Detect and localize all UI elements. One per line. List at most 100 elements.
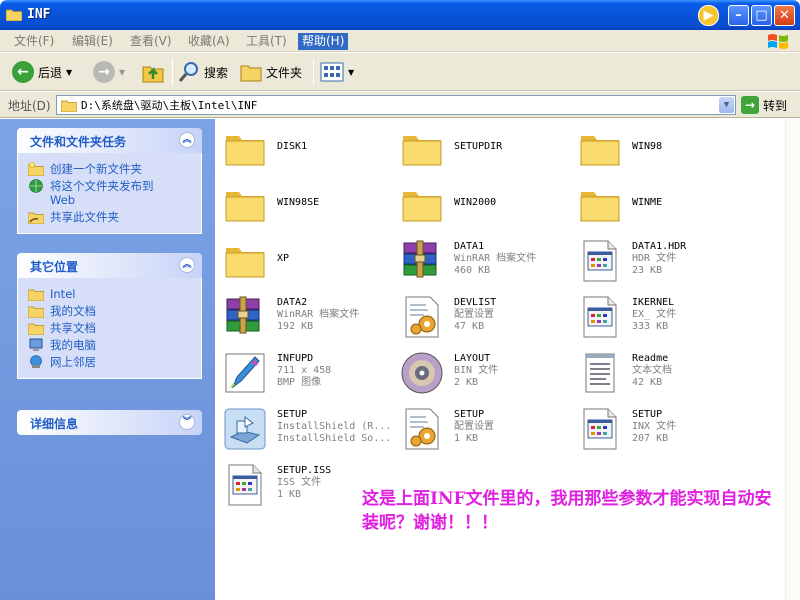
file-item-win98se[interactable]: WIN98SE xyxy=(223,183,319,227)
collapse-chevron-icon[interactable]: ︽ xyxy=(179,132,195,148)
search-button[interactable]: 搜索 xyxy=(178,59,228,85)
file-text: WIN98 xyxy=(632,141,662,153)
file-name: SETUPDIR xyxy=(454,141,503,152)
network-icon xyxy=(30,355,42,368)
file-text: DEVLIST 配置设置 47 KB xyxy=(454,297,496,333)
task-publish-web[interactable]: 将这个文件夹发布到 Web xyxy=(28,179,195,207)
file-item-devlist[interactable]: DEVLIST 配置设置 47 KB xyxy=(400,295,496,339)
file-text: WIN2000 xyxy=(454,197,496,209)
task-share-folder[interactable]: 共享此文件夹 xyxy=(28,210,195,224)
file-name: SETUP.ISS xyxy=(277,465,332,476)
generic-icon xyxy=(578,239,622,283)
forward-arrow-icon: → xyxy=(93,61,115,83)
details-header[interactable]: 详细信息 ︾ xyxy=(17,410,202,435)
file-item-winme[interactable]: WINME xyxy=(578,183,662,227)
file-text: SETUP InstallShield (R... InstallShield So… xyxy=(277,409,391,445)
place-intel[interactable]: Intel xyxy=(28,287,195,301)
file-item-xp[interactable]: XP xyxy=(223,239,289,283)
generic-icon xyxy=(223,463,267,507)
file-item-readme[interactable]: Readme 文本文档 42 KB xyxy=(578,351,672,395)
file-name: WIN98SE xyxy=(277,197,320,208)
expand-chevron-icon[interactable]: ︾ xyxy=(179,414,195,430)
place-label: 我的文档 xyxy=(50,304,96,318)
menu-favorites[interactable]: 收藏(A) xyxy=(184,33,234,50)
file-type: HDR 文件 xyxy=(632,253,677,264)
file-item-infupd[interactable]: INFUPD 711 x 458 BMP 图像 xyxy=(223,351,331,395)
panel-title: 文件和文件夹任务 xyxy=(30,135,127,149)
task-new-folder[interactable]: 创建一个新文件夹 xyxy=(28,162,195,176)
menu-edit[interactable]: 编辑(E) xyxy=(68,33,117,50)
disc-icon xyxy=(400,351,444,395)
file-item-setup[interactable]: SETUP 配置设置 1 KB xyxy=(400,407,494,451)
file-name: WIN98 xyxy=(632,141,663,152)
file-tasks-panel: 文件和文件夹任务 ︽ 创建一个新文件夹 将这个文件夹发布到 Web 共享此文件夹 xyxy=(17,128,202,234)
menu-file[interactable]: 文件(F) xyxy=(10,33,58,50)
folders-icon xyxy=(240,65,262,82)
menu-help[interactable]: 帮助(H) xyxy=(298,33,349,50)
file-item-disk1[interactable]: DISK1 xyxy=(223,127,307,171)
file-type: INX 文件 xyxy=(632,421,677,432)
vertical-scrollbar[interactable] xyxy=(785,119,800,600)
place-label: 网上邻居 xyxy=(50,355,96,369)
window-title: INF xyxy=(27,7,51,22)
file-item-setup[interactable]: SETUP INX 文件 207 KB xyxy=(578,407,676,451)
file-text: DISK1 xyxy=(277,141,307,153)
file-size: BMP 图像 xyxy=(277,377,322,388)
collapse-chevron-icon[interactable]: ︽ xyxy=(179,257,195,273)
file-item-setup-iss[interactable]: SETUP.ISS ISS 文件 1 KB xyxy=(223,463,331,507)
address-input[interactable]: D:\系统盘\驱动\主板\Intel\INF ▼ xyxy=(56,95,736,115)
file-size: 207 KB xyxy=(632,433,669,444)
folder-icon xyxy=(28,289,44,301)
installshield-icon xyxy=(223,407,267,451)
file-item-win98[interactable]: WIN98 xyxy=(578,127,662,171)
file-type: InstallShield (R... xyxy=(277,421,392,432)
file-size: 333 KB xyxy=(632,321,669,332)
place-network[interactable]: 网上邻居 xyxy=(28,355,195,369)
close-button[interactable]: ✕ xyxy=(774,5,795,26)
views-button[interactable]: ▼ xyxy=(320,59,354,85)
file-text: SETUPDIR xyxy=(454,141,502,153)
folders-button[interactable]: 文件夹 xyxy=(240,59,302,85)
generic-icon xyxy=(578,407,622,451)
file-name: DATA1 xyxy=(454,241,485,252)
back-button[interactable]: ← 后退 ▼ xyxy=(12,59,72,85)
place-my-documents[interactable]: 我的文档 xyxy=(28,304,195,318)
file-item-data2[interactable]: DATA2 WinRAR 档案文件 192 KB xyxy=(223,295,359,339)
file-item-win2000[interactable]: WIN2000 xyxy=(400,183,496,227)
folder-icon xyxy=(578,183,622,227)
share-folder-icon xyxy=(28,212,44,224)
file-name: WINME xyxy=(632,197,663,208)
file-tasks-header[interactable]: 文件和文件夹任务 ︽ xyxy=(17,128,202,153)
file-item-ikernel[interactable]: IKERNEL EX_ 文件 333 KB xyxy=(578,295,676,339)
file-size: 47 KB xyxy=(454,321,485,332)
file-item-layout[interactable]: LAYOUT BIN 文件 2 KB xyxy=(400,351,498,395)
file-item-data1-hdr[interactable]: DATA1.HDR HDR 文件 23 KB xyxy=(578,239,686,283)
up-folder-button[interactable] xyxy=(142,59,164,85)
search-label: 搜索 xyxy=(204,65,229,80)
dropdown-icon: ▼ xyxy=(119,67,126,77)
place-shared-documents[interactable]: 共享文档 xyxy=(28,321,195,335)
go-button[interactable]: → 转到 xyxy=(741,96,787,114)
bmp-icon xyxy=(223,351,267,395)
file-text: DATA2 WinRAR 档案文件 192 KB xyxy=(277,297,359,333)
file-type: WinRAR 档案文件 xyxy=(454,253,537,264)
minimize-button[interactable]: – xyxy=(728,5,749,26)
file-text: DATA1 WinRAR 档案文件 460 KB xyxy=(454,241,536,277)
menu-tools[interactable]: 工具(T) xyxy=(242,33,291,50)
search-icon xyxy=(178,62,198,82)
title-bar[interactable]: INF ▶ – □ ✕ xyxy=(0,0,800,30)
file-name: SETUP xyxy=(454,409,485,420)
forward-button[interactable]: → ▼ xyxy=(93,59,125,85)
media-player-icon[interactable]: ▶ xyxy=(698,5,719,26)
file-item-data1[interactable]: DATA1 WinRAR 档案文件 460 KB xyxy=(400,239,536,283)
file-text: XP xyxy=(277,253,289,265)
folder-icon xyxy=(28,306,44,318)
other-places-header[interactable]: 其它位置 ︽ xyxy=(17,253,202,278)
address-dropdown-icon[interactable]: ▼ xyxy=(719,97,734,113)
file-item-setupdir[interactable]: SETUPDIR xyxy=(400,127,502,171)
menu-view[interactable]: 查看(V) xyxy=(126,33,176,50)
maximize-button[interactable]: □ xyxy=(751,5,772,26)
back-arrow-icon: ← xyxy=(12,61,34,83)
place-my-computer[interactable]: 我的电脑 xyxy=(28,338,195,352)
file-item-setup[interactable]: SETUP InstallShield (R... InstallShield So… xyxy=(223,407,391,451)
